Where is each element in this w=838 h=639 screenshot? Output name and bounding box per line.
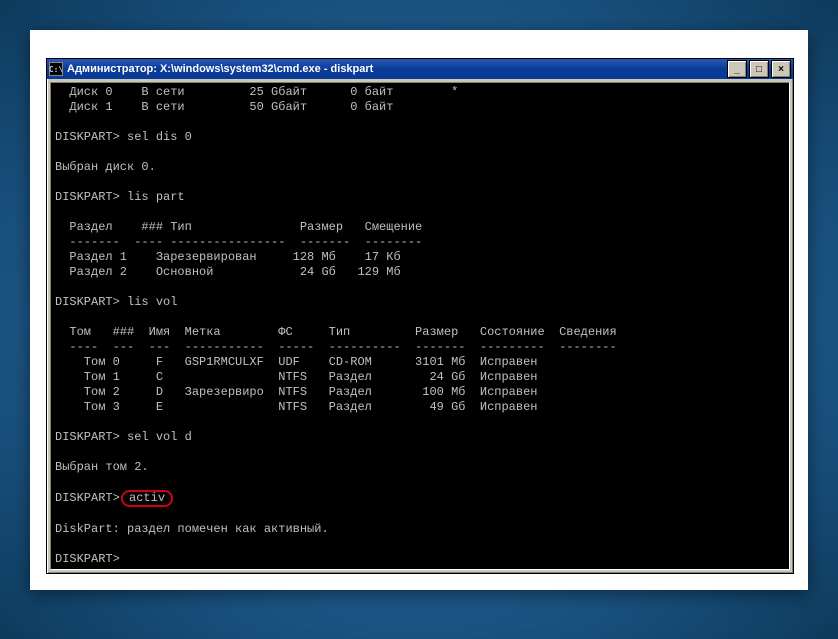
prompt: DISKPART> (55, 491, 127, 505)
window-controls: _ □ × (727, 60, 791, 78)
cmd-window: C:\ Администратор: X:\windows\system32\c… (46, 58, 794, 574)
resp-activ: DiskPart: раздел помечен как активный. (55, 522, 329, 536)
cmd-activ-highlighted: activ (121, 490, 173, 507)
close-button[interactable]: × (771, 60, 791, 78)
resp-sel-dis: Выбран диск 0. (55, 160, 156, 174)
cmd-sel-dis: sel dis 0 (127, 130, 192, 144)
cmd-lis-part: lis part (127, 190, 185, 204)
titlebar[interactable]: C:\ Администратор: X:\windows\system32\c… (47, 59, 793, 79)
vol-row-2: Том 2 D Зарезервиро NTFS Раздел 100 Мб И… (55, 385, 537, 399)
resp-sel-vol: Выбран том 2. (55, 460, 149, 474)
part-header: Раздел ### Тип Размер Смещение (55, 220, 422, 234)
prompt-final: DISKPART> (55, 552, 127, 566)
prompt: DISKPART> (55, 130, 127, 144)
console-output[interactable]: Диск 0 В сети 25 Gбайт 0 байт * Диск 1 В… (50, 82, 790, 570)
vol-row-1: Том 1 C NTFS Раздел 24 Gб Исправен (55, 370, 537, 384)
minimize-button[interactable]: _ (727, 60, 747, 78)
vol-row-0: Том 0 F GSP1RMCULXF UDF CD-ROM 3101 Мб И… (55, 355, 537, 369)
disk-list-row-1: Диск 1 В сети 50 Gбайт 0 байт (55, 100, 393, 114)
window-title: Администратор: X:\windows\system32\cmd.e… (67, 63, 727, 75)
part-rule: ------- ---- ---------------- ------- --… (55, 235, 422, 249)
cmd-icon: C:\ (49, 62, 63, 76)
prompt: DISKPART> (55, 295, 127, 309)
maximize-button[interactable]: □ (749, 60, 769, 78)
prompt: DISKPART> (55, 190, 127, 204)
vol-header: Том ### Имя Метка ФС Тип Размер Состояни… (55, 325, 617, 339)
vol-row-3: Том 3 E NTFS Раздел 49 Gб Исправен (55, 400, 537, 414)
disk-list-row-0: Диск 0 В сети 25 Gбайт 0 байт * (55, 85, 458, 99)
prompt: DISKPART> (55, 430, 127, 444)
cmd-sel-vol: sel vol d (127, 430, 192, 444)
cmd-lis-vol: lis vol (127, 295, 177, 309)
part-row-1: Раздел 1 Зарезервирован 128 Мб 17 Кб (55, 250, 401, 264)
part-row-2: Раздел 2 Основной 24 Gб 129 Мб (55, 265, 401, 279)
vol-rule: ---- --- --- ----------- ----- ---------… (55, 340, 617, 354)
